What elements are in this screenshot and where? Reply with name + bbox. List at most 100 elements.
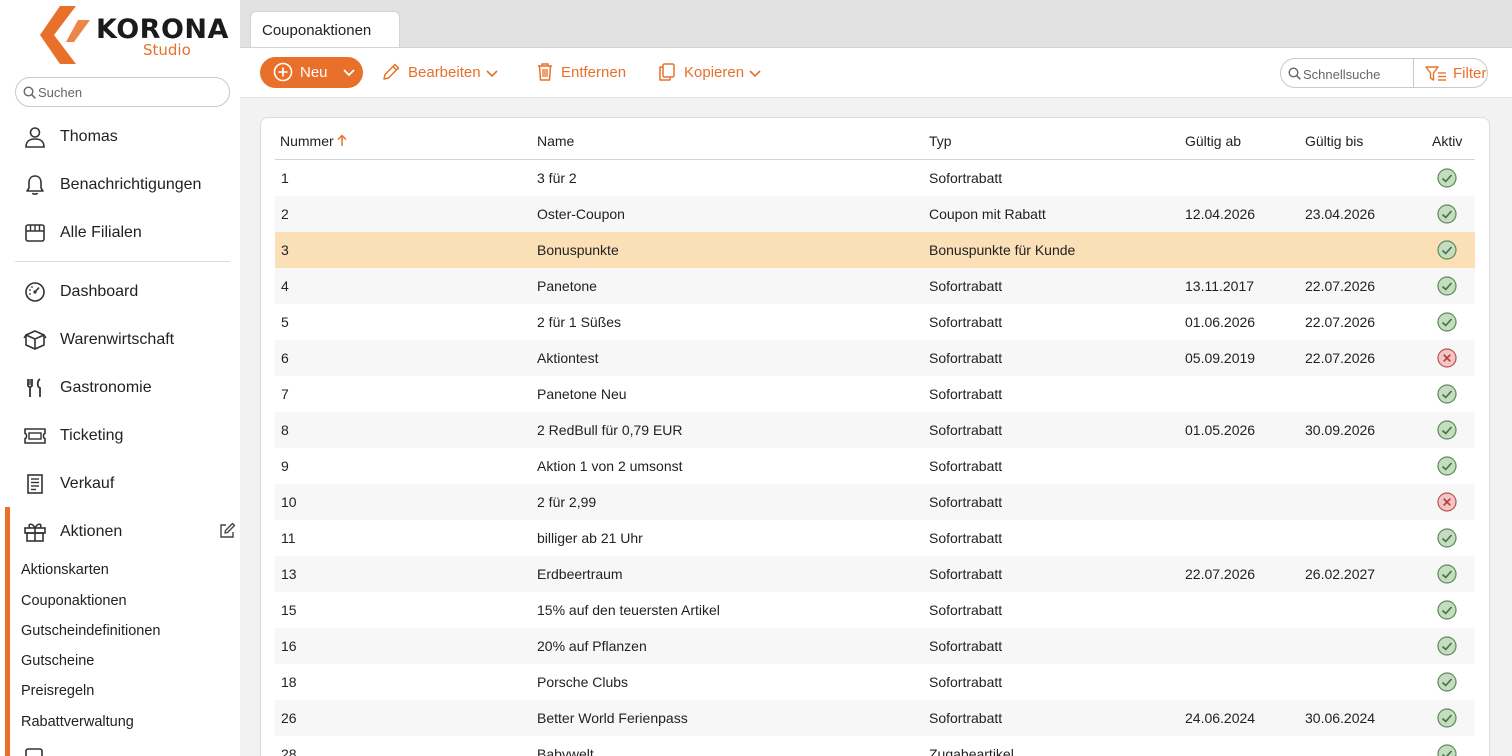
copy-button-label: Kopieren <box>684 64 745 81</box>
cell-nummer: 9 <box>281 458 289 474</box>
cell-name: Bonuspunkte <box>537 242 619 258</box>
table-row[interactable]: 9 Aktion 1 von 2 umsonst Sofortrabatt <box>275 448 1475 484</box>
tab-label: Couponaktionen <box>262 22 372 39</box>
bell-icon <box>22 173 48 197</box>
cell-gueltig-ab: 01.05.2026 <box>1185 422 1256 438</box>
cell-nummer: 3 <box>281 242 289 258</box>
sidebar-subitem-preisregeln[interactable]: Preisregeln <box>21 683 94 699</box>
remove-button-label: Entfernen <box>561 64 627 81</box>
table-row[interactable]: 7 Panetone Neu Sofortrabatt <box>275 376 1475 412</box>
sidebar-subitem-aktionskarten[interactable]: Aktionskarten <box>21 562 109 578</box>
new-button[interactable]: Neu <box>260 57 363 88</box>
cell-typ: Sofortrabatt <box>929 386 1003 402</box>
column-header-typ[interactable]: Typ <box>929 133 952 149</box>
tab-couponaktionen[interactable]: Couponaktionen <box>250 11 400 48</box>
table-row[interactable]: 1 3 für 2 Sofortrabatt <box>275 160 1475 196</box>
sidebar-item-notifications[interactable]: Benachrichtigungen <box>0 165 240 205</box>
sidebar-item-warenwirtschaft[interactable]: Warenwirtschaft <box>0 320 240 360</box>
cell-name: Oster-Coupon <box>537 206 625 222</box>
table-row[interactable]: 18 Porsche Clubs Sofortrabatt <box>275 664 1475 700</box>
cell-gueltig-bis: 22.07.2026 <box>1305 314 1376 330</box>
receipt-icon <box>22 472 48 496</box>
cell-name: 2 für 2,99 <box>537 494 597 510</box>
package-icon <box>22 328 48 352</box>
quick-search-input[interactable] <box>1303 65 1411 83</box>
active-check-icon <box>1437 168 1457 188</box>
table-row[interactable]: 4 Panetone Sofortrabatt 13.11.2017 22.07.202… <box>275 268 1475 304</box>
cell-nummer: 16 <box>281 638 297 654</box>
table-row[interactable]: 8 2 RedBull für 0,79 EUR Sofortrabatt 01.05… <box>275 412 1475 448</box>
cell-typ: Sofortrabatt <box>929 458 1003 474</box>
table-row[interactable]: 2 Oster-Coupon Coupon mit Rabatt 12.04.2026… <box>275 196 1475 232</box>
table-row[interactable]: 16 20% auf Pflanzen Sofortrabatt <box>275 628 1475 664</box>
active-check-icon <box>1437 204 1457 224</box>
sidebar-item-user[interactable]: Thomas <box>0 117 240 157</box>
cell-nummer: 18 <box>281 674 297 690</box>
cell-typ: Sofortrabatt <box>929 350 1003 366</box>
copy-button[interactable]: Kopieren <box>657 61 762 85</box>
sidebar-item-verkauf[interactable]: Verkauf <box>0 464 240 504</box>
cell-nummer: 4 <box>281 278 289 294</box>
sidebar-item-stores[interactable]: Alle Filialen <box>0 213 240 253</box>
active-check-icon <box>1437 564 1457 584</box>
table-row[interactable]: 26 Better World Ferienpass Sofortrabatt 24.… <box>275 700 1475 736</box>
table-row[interactable]: 15 15% auf den teuersten Artikel Sofortrab… <box>275 592 1475 628</box>
sidebar-search[interactable] <box>15 77 230 107</box>
active-check-icon <box>1437 744 1457 756</box>
cell-typ: Bonuspunkte für Kunde <box>929 242 1076 258</box>
user-icon <box>22 125 48 149</box>
cell-nummer: 6 <box>281 350 289 366</box>
cell-gueltig-ab: 12.04.2026 <box>1185 206 1256 222</box>
table-row[interactable]: 6 Aktiontest Sofortrabatt 05.09.2019 22.07.2… <box>275 340 1475 376</box>
filter-button[interactable]: Filter <box>1421 63 1486 85</box>
new-button-label: Neu <box>300 64 328 81</box>
cell-name: Aktion 1 von 2 umsonst <box>537 458 683 474</box>
cell-nummer: 26 <box>281 710 297 726</box>
sidebar-subitem-rabattverwaltung[interactable]: Rabattverwaltung <box>21 714 134 730</box>
sidebar-item-gastronomie[interactable]: Gastronomie <box>0 368 240 408</box>
sidebar-item-dashboard[interactable]: Dashboard <box>0 272 240 312</box>
table-row[interactable]: 11 billiger ab 21 Uhr Sofortrabatt <box>275 520 1475 556</box>
column-header-aktiv[interactable]: Aktiv <box>1432 133 1462 149</box>
quick-search[interactable]: Filter <box>1280 58 1488 88</box>
cell-name: Babywelt <box>537 746 594 756</box>
korona-logo[interactable]: KORONA Studio <box>40 4 228 64</box>
sidebar-item-ticketing[interactable]: Ticketing <box>0 416 240 456</box>
column-header-nummer[interactable]: Nummer <box>280 133 347 149</box>
edit-button[interactable]: Bearbeiten <box>381 61 501 85</box>
table-row[interactable]: 10 2 für 2,99 Sofortrabatt <box>275 484 1475 520</box>
plus-circle-icon <box>273 62 293 82</box>
cell-nummer: 2 <box>281 206 289 222</box>
cell-nummer: 10 <box>281 494 297 510</box>
filter-icon <box>1425 66 1446 81</box>
active-check-icon <box>1437 636 1457 656</box>
sidebar-subitem-gutscheine[interactable]: Gutscheine <box>21 653 94 669</box>
cell-nummer: 28 <box>281 746 297 756</box>
edit-icon[interactable] <box>218 522 236 545</box>
cell-name: Porsche Clubs <box>537 674 629 690</box>
table-row[interactable]: 3 Bonuspunkte Bonuspunkte für Kunde <box>275 232 1475 268</box>
remove-button[interactable]: Entfernen <box>536 61 631 85</box>
column-header-gueltig-ab[interactable]: Gültig ab <box>1185 133 1241 149</box>
brand-sub: Studio <box>143 41 191 59</box>
sidebar-subitem-gutscheindefinitionen[interactable]: Gutscheindefinitionen <box>21 623 160 639</box>
store-icon <box>22 221 48 245</box>
sidebar-subitem-couponaktionen[interactable]: Couponaktionen <box>21 593 127 609</box>
table-row[interactable]: 5 2 für 1 Süßes Sofortrabatt 01.06.2026 22.0… <box>275 304 1475 340</box>
column-header-name[interactable]: Name <box>537 133 574 149</box>
edit-button-label: Bearbeiten <box>408 64 481 81</box>
trash-icon <box>538 63 552 81</box>
table-row[interactable]: 28 Babywelt Zugabeartikel <box>275 736 1475 756</box>
column-header-gueltig-bis[interactable]: Gültig bis <box>1305 133 1363 149</box>
cell-name: 15% auf den teuersten Artikel <box>537 602 720 618</box>
sidebar-item-aktionen[interactable]: Aktionen <box>0 512 240 552</box>
sidebar-item-label: Verkauf <box>60 475 115 492</box>
cell-typ: Coupon mit Rabatt <box>929 206 1046 222</box>
chevron-down-icon <box>749 70 761 78</box>
table-row[interactable]: 13 Erdbeertraum Sofortrabatt 22.07.2026 26.0… <box>275 556 1475 592</box>
sidebar-item-label: Ticketing <box>60 427 124 444</box>
gift-icon <box>22 520 48 544</box>
search-input[interactable] <box>38 83 223 101</box>
cell-typ: Sofortrabatt <box>929 494 1003 510</box>
sidebar-item-label: Gastronomie <box>60 379 152 396</box>
